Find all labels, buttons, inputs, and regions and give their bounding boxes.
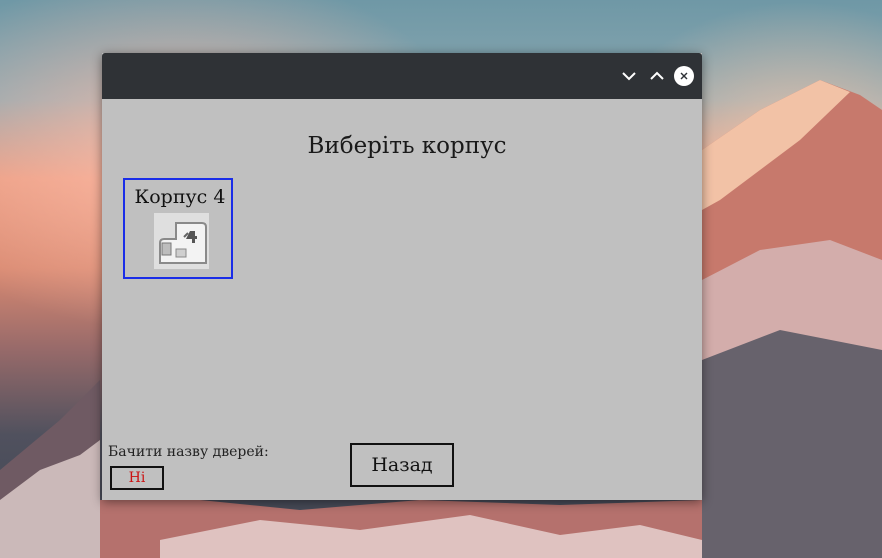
window-titlebar[interactable] [102, 53, 702, 99]
app-window: Виберіть корпус Корпус 4 Бачити назву дв… [102, 53, 702, 500]
door-names-toggle-button[interactable]: Ні [110, 466, 164, 490]
chevron-down-icon[interactable] [619, 66, 639, 86]
door-names-label: Бачити назву дверей: [108, 444, 269, 460]
chevron-up-icon[interactable] [647, 66, 667, 86]
back-button[interactable]: Назад [350, 443, 454, 487]
building-card[interactable]: Корпус 4 [123, 178, 233, 279]
building-plan-icon [154, 213, 209, 269]
close-icon[interactable] [674, 66, 694, 86]
building-card-label: Корпус 4 [134, 186, 226, 208]
page-title: Виберіть корпус [307, 133, 507, 159]
